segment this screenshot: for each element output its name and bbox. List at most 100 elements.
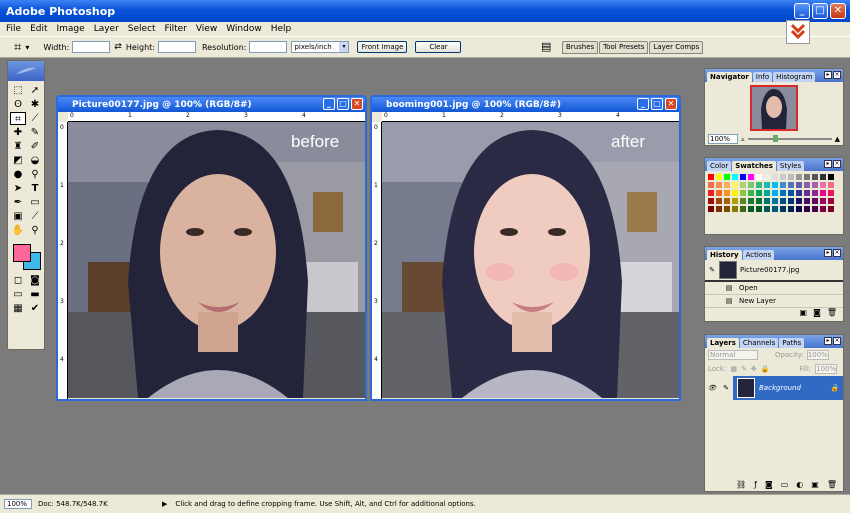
crop-tool-icon[interactable]: ⌗ xyxy=(14,40,21,55)
tab-histogram[interactable]: Histogram xyxy=(773,72,816,82)
swatch-cell[interactable] xyxy=(747,189,755,197)
tab-info[interactable]: Info xyxy=(752,72,773,82)
tool-preset-arrow-icon[interactable]: ▾ xyxy=(25,43,29,52)
healing-brush-tool-icon[interactable]: ✚ xyxy=(10,126,26,139)
swatch-cell[interactable] xyxy=(723,173,731,181)
swatch-cell[interactable] xyxy=(771,181,779,189)
quick-mask-mode-icon[interactable]: ◙ xyxy=(27,274,43,287)
swatch-cell[interactable] xyxy=(707,197,715,205)
swatch-cell[interactable] xyxy=(819,197,827,205)
swatch-cell[interactable] xyxy=(723,205,731,213)
magic-wand-tool-icon[interactable]: ✱ xyxy=(27,98,43,111)
image-canvas[interactable]: before xyxy=(68,122,365,399)
swatch-cell[interactable] xyxy=(731,197,739,205)
swatch-cell[interactable] xyxy=(755,189,763,197)
lock-transparent-icon[interactable]: ▦ xyxy=(730,365,737,373)
swatch-cell[interactable] xyxy=(747,173,755,181)
zoom-out-icon[interactable]: ▵ xyxy=(741,135,745,143)
swatch-cell[interactable] xyxy=(795,181,803,189)
swatch-cell[interactable] xyxy=(779,197,787,205)
swatch-cell[interactable] xyxy=(795,189,803,197)
swatch-cell[interactable] xyxy=(803,189,811,197)
zoom-in-icon[interactable]: ▲ xyxy=(835,135,840,143)
screen-mode-full-icon[interactable]: ▬ xyxy=(27,288,43,301)
panel-menu-icon[interactable]: ▸ xyxy=(824,337,832,345)
swatch-cell[interactable] xyxy=(763,181,771,189)
swatch-cell[interactable] xyxy=(779,173,787,181)
swatch-cell[interactable] xyxy=(811,181,819,189)
menu-layer[interactable]: Layer xyxy=(94,24,119,34)
paint-bucket-tool-icon[interactable]: ◒ xyxy=(27,154,43,167)
tab-styles[interactable]: Styles xyxy=(776,161,805,171)
swatch-cell[interactable] xyxy=(707,189,715,197)
swatch-cell[interactable] xyxy=(771,197,779,205)
swatch-cell[interactable] xyxy=(707,181,715,189)
layer-row-background[interactable]: 👁 ✎ Background 🔒 xyxy=(705,376,843,400)
swatch-cell[interactable] xyxy=(771,189,779,197)
swatch-cell[interactable] xyxy=(787,189,795,197)
jump-to-imageready-icon[interactable]: ▦ xyxy=(10,302,26,315)
delete-layer-icon[interactable]: 🗑 xyxy=(827,480,837,489)
history-brush-tool-icon[interactable]: ✐ xyxy=(27,140,43,153)
history-snapshot[interactable]: ✎ Picture00177.jpg xyxy=(705,260,843,282)
panel-menu-icon[interactable]: ▸ xyxy=(824,249,832,257)
well-tab-layer-comps[interactable]: Layer Comps xyxy=(649,41,704,54)
swatch-cell[interactable] xyxy=(803,181,811,189)
doc-maximize-button[interactable]: □ xyxy=(337,98,349,110)
move-tool-icon[interactable]: ➚ xyxy=(27,84,43,97)
swatch-cell[interactable] xyxy=(827,181,835,189)
document-window-after[interactable]: booming001.jpg @ 100% (RGB/8#) _ □ ✕ 0 1… xyxy=(370,95,681,401)
swatch-cell[interactable] xyxy=(739,173,747,181)
brush-tool-icon[interactable]: ✎ xyxy=(27,126,43,139)
swatch-cell[interactable] xyxy=(803,197,811,205)
swap-icon[interactable]: ⇄ xyxy=(114,42,122,52)
swatch-cell[interactable] xyxy=(739,197,747,205)
swatch-cell[interactable] xyxy=(747,205,755,213)
menu-help[interactable]: Help xyxy=(271,24,292,34)
adjustment-layer-icon[interactable]: ◐ xyxy=(796,480,803,489)
panel-close-icon[interactable]: × xyxy=(833,71,841,79)
swatch-cell[interactable] xyxy=(827,197,835,205)
lock-all-icon[interactable]: 🔒 xyxy=(761,365,770,373)
swatch-cell[interactable] xyxy=(779,205,787,213)
swatch-cell[interactable] xyxy=(739,181,747,189)
swatch-cell[interactable] xyxy=(795,205,803,213)
panel-close-icon[interactable]: × xyxy=(833,337,841,345)
path-selection-tool-icon[interactable]: ➤ xyxy=(10,182,26,195)
swatch-cell[interactable] xyxy=(763,173,771,181)
swatch-cell[interactable] xyxy=(755,205,763,213)
swatch-cell[interactable] xyxy=(811,205,819,213)
tab-channels[interactable]: Channels xyxy=(739,338,779,348)
eraser-tool-icon[interactable]: ◩ xyxy=(10,154,26,167)
screen-mode-standard-icon[interactable]: ▭ xyxy=(10,288,26,301)
swatch-cell[interactable] xyxy=(795,173,803,181)
eyedropper-tool-icon[interactable]: ⟋ xyxy=(27,210,43,223)
blend-mode-select[interactable]: Normal xyxy=(708,350,758,360)
swatch-cell[interactable] xyxy=(707,205,715,213)
height-input[interactable] xyxy=(157,41,196,53)
units-select[interactable]: pixels/inch ▾ xyxy=(291,41,350,53)
palette-well-icon[interactable]: ▤ xyxy=(541,40,551,53)
pen-tool-icon[interactable]: ✒ xyxy=(10,196,26,209)
standard-mode-icon[interactable]: ◻ xyxy=(10,274,26,287)
document-title-bar[interactable]: Picture00177.jpg @ 100% (RGB/8#) _ □ ✕ xyxy=(58,97,365,112)
restore-button[interactable]: □ xyxy=(812,3,828,19)
swatch-cell[interactable] xyxy=(795,197,803,205)
eye-icon[interactable]: 👁 xyxy=(705,376,719,400)
rectangle-tool-icon[interactable]: ▭ xyxy=(27,196,43,209)
status-doc-size[interactable]: Doc: 548.7K/548.7K xyxy=(38,500,158,508)
blur-tool-icon[interactable]: ● xyxy=(10,168,26,181)
marquee-tool-icon[interactable]: ⬚ xyxy=(10,84,26,97)
swatch-cell[interactable] xyxy=(787,173,795,181)
swatch-cell[interactable] xyxy=(811,173,819,181)
notes-tool-icon[interactable]: ▣ xyxy=(10,210,26,223)
fill-input[interactable]: 100% xyxy=(815,364,838,374)
zoom-slider[interactable] xyxy=(747,135,832,142)
swatch-cell[interactable] xyxy=(827,205,835,213)
doc-close-button[interactable]: ✕ xyxy=(351,98,363,110)
tab-actions[interactable]: Actions xyxy=(742,250,775,260)
doc-close-button[interactable]: ✕ xyxy=(665,98,677,110)
new-layer-icon[interactable]: ▣ xyxy=(811,480,819,489)
swatch-cell[interactable] xyxy=(827,189,835,197)
swatch-cell[interactable] xyxy=(715,189,723,197)
